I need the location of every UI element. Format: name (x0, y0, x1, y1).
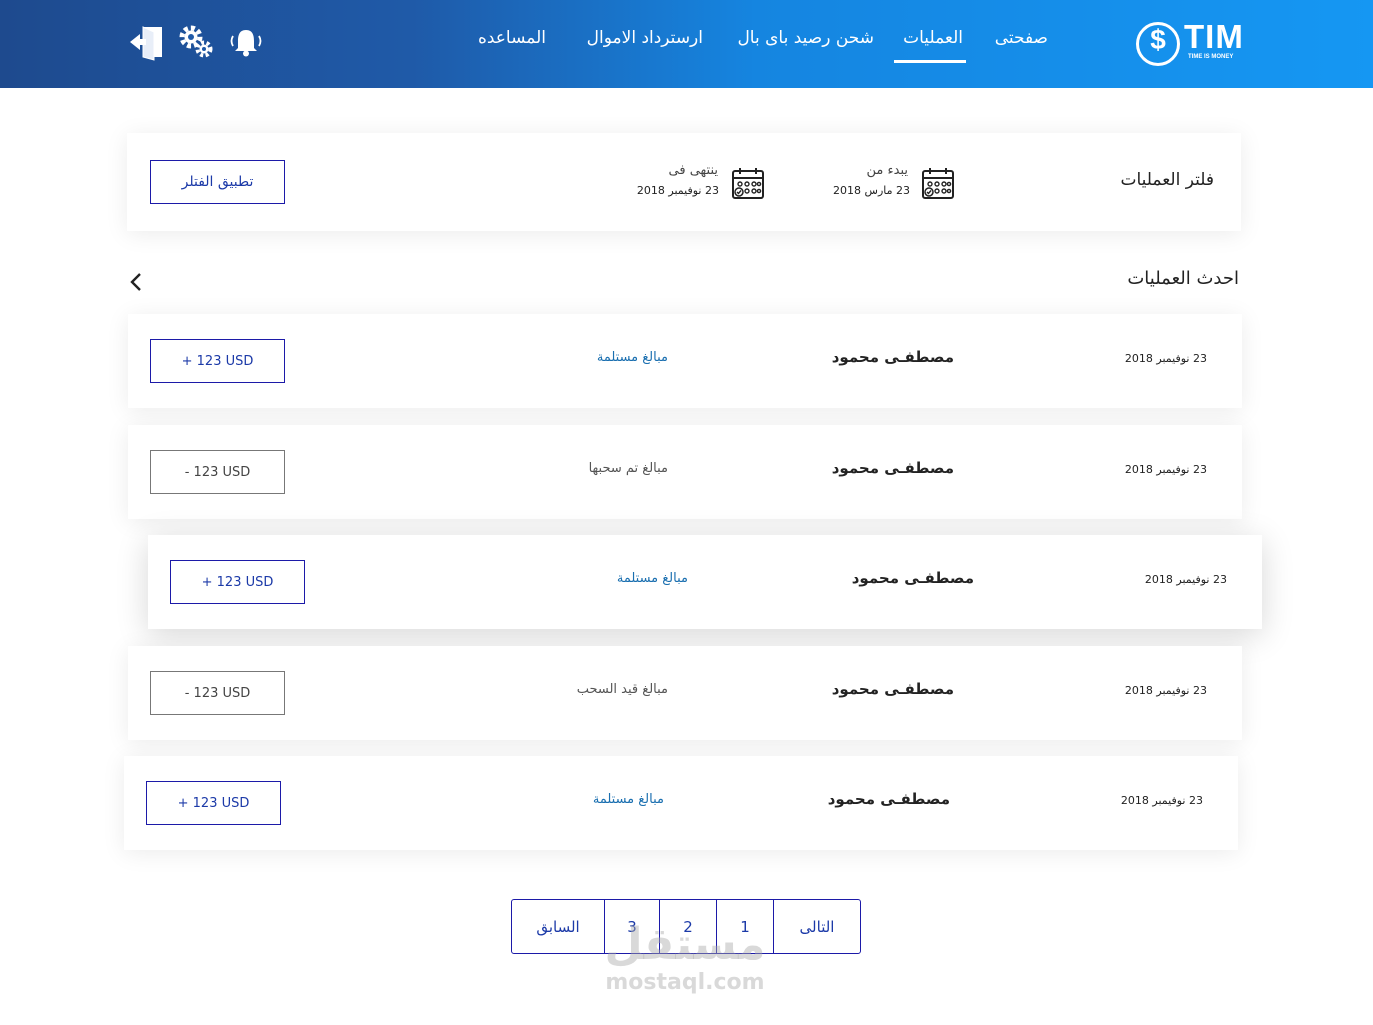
transaction-amount[interactable]: + 123 USD (146, 781, 281, 825)
transaction-name: مصطفـى محمود (827, 790, 950, 808)
calendar-icon[interactable] (921, 166, 955, 200)
watermark-latin: mostaql.com (605, 970, 765, 995)
top-navbar: $ TIM TIME IS MONEY صفحتى العمليات شحن ر… (0, 0, 1373, 88)
transaction-row-hovered[interactable]: 23 نوفيمبر 2018 مصطفـى محمود مبالغ مستلم… (148, 535, 1262, 629)
pagination: السابق 3 2 1 التالى (511, 899, 861, 954)
transaction-amount[interactable]: + 123 USD (150, 339, 285, 383)
transaction-row[interactable]: 23 نوفيمبر 2018 مصطفـى محمود مبالغ مستلم… (128, 314, 1242, 408)
transaction-type[interactable]: مبالغ مستلمة (617, 571, 688, 586)
pagination-page-3[interactable]: 3 (604, 900, 659, 953)
logout-icon[interactable] (128, 22, 168, 62)
transaction-name: مصطفـى محمود (831, 348, 954, 366)
logo-word: TIM (1184, 18, 1244, 55)
transaction-date: 23 نوفيمبر 2018 (1120, 794, 1203, 807)
pagination-page-1[interactable]: 1 (716, 900, 773, 953)
to-label: ينتهى فى (668, 163, 718, 178)
dollar-icon: $ (1150, 24, 1166, 55)
pagination-prev-button[interactable]: السابق (512, 900, 604, 953)
transaction-type[interactable]: مبالغ قيد السحب (577, 682, 668, 697)
logo-tagline: TIME IS MONEY (1188, 54, 1234, 60)
calendar-icon[interactable] (731, 166, 765, 200)
transaction-row[interactable]: 23 نوفيمبر 2018 مصطفـى محمود مبالغ مستلم… (124, 756, 1238, 850)
from-label: يبدء من (866, 163, 908, 178)
from-date[interactable]: 23 مارس 2018 (833, 184, 910, 197)
transaction-amount[interactable]: - 123 USD (150, 450, 285, 494)
chevron-left-icon[interactable] (128, 272, 146, 292)
transaction-date: 23 نوفيمبر 2018 (1124, 684, 1207, 697)
tim-logo[interactable]: $ TIM TIME IS MONEY (1134, 16, 1244, 68)
transaction-date: 23 نوفيمبر 2018 (1124, 463, 1207, 476)
transaction-row[interactable]: 23 نوفيمبر 2018 مصطفـى محمود مبالغ تم سح… (128, 425, 1242, 519)
nav-paypal-topup[interactable]: شحن رصيد باى بال (737, 28, 874, 48)
pagination-next-button[interactable]: التالى (773, 900, 860, 953)
gear-icon[interactable] (176, 22, 216, 62)
pagination-page-2[interactable]: 2 (659, 900, 716, 953)
transaction-name: مصطفـى محمود (851, 569, 974, 587)
transaction-row[interactable]: 23 نوفيمبر 2018 مصطفـى محمود مبالغ قيد ا… (128, 646, 1242, 740)
latest-operations-title: احدث العمليات (1127, 268, 1239, 289)
filter-title: فلتر العمليات (1120, 170, 1214, 190)
transaction-type[interactable]: مبالغ مستلمة (597, 350, 668, 365)
transaction-type[interactable]: مبالغ مستلمة (593, 792, 664, 807)
transaction-name: مصطفـى محمود (831, 680, 954, 698)
nav-my-page[interactable]: صفحتى (995, 28, 1048, 48)
to-date[interactable]: 23 نوفيمبر 2018 (637, 184, 719, 197)
apply-filter-button[interactable]: تطبيق الفتلر (150, 160, 285, 204)
transaction-amount[interactable]: - 123 USD (150, 671, 285, 715)
transaction-type[interactable]: مبالغ تم سحبها (589, 461, 668, 476)
active-nav-indicator (894, 60, 966, 63)
filter-card: فلتر العمليات يبدء من 23 مارس 2018 ينتهى… (127, 133, 1241, 231)
nav-refund[interactable]: ارسترداد الاموال (587, 28, 703, 48)
transaction-name: مصطفـى محمود (831, 459, 954, 477)
transaction-date: 23 نوفيمبر 2018 (1144, 573, 1227, 586)
bell-icon[interactable] (226, 22, 266, 62)
nav-help[interactable]: المساعده (478, 28, 546, 48)
transaction-amount[interactable]: + 123 USD (170, 560, 305, 604)
nav-operations[interactable]: العمليات (903, 28, 963, 48)
transaction-date: 23 نوفيمبر 2018 (1124, 352, 1207, 365)
